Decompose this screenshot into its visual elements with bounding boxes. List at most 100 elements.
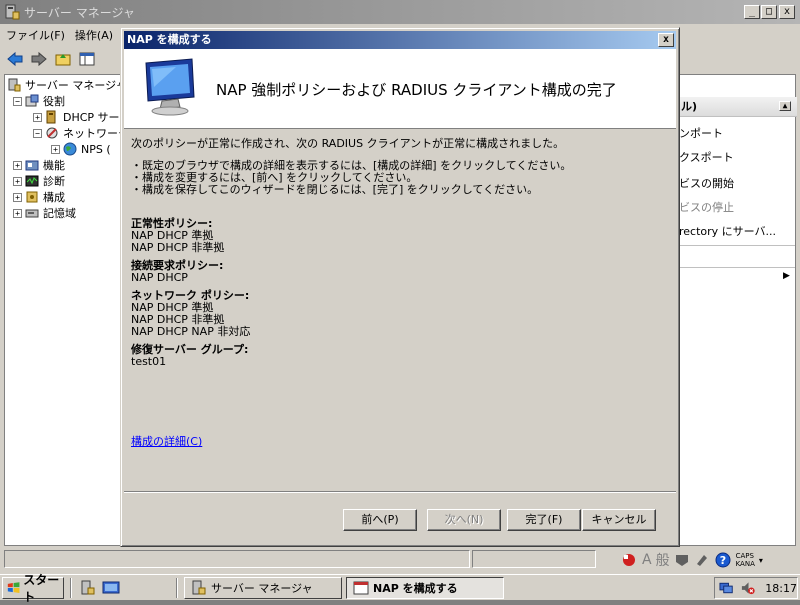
actions-header-menu-icon[interactable]: ▲ xyxy=(779,101,791,111)
action-import[interactable]: ンポート xyxy=(679,125,723,141)
ime-status-icon[interactable] xyxy=(620,551,638,569)
connection-request-policy-item: NAP DHCP xyxy=(131,271,188,284)
server-manager-titlebar[interactable]: サーバー マネージャ _ □ x xyxy=(0,0,800,24)
action-stop-service: ビスの停止 xyxy=(679,201,734,214)
ime-input-mode[interactable]: A xyxy=(642,552,652,568)
expand-icon[interactable]: + xyxy=(51,144,60,154)
toolbar xyxy=(0,46,120,72)
tree-item-nps[interactable]: + NPS ( xyxy=(51,141,111,157)
ime-tool-icon[interactable] xyxy=(694,552,710,568)
dialog-titlebar[interactable]: NAP を構成する x xyxy=(124,31,676,49)
features-icon xyxy=(25,160,39,171)
collapse-icon[interactable]: − xyxy=(13,96,22,106)
expand-icon[interactable]: + xyxy=(13,176,22,186)
tree-label: 役割 xyxy=(43,95,65,108)
caps-indicator: CAPS xyxy=(735,552,754,560)
intro-text: 次のポリシーが正常に作成され、次の RADIUS クライアントが正常に構成されま… xyxy=(131,137,565,150)
tree-item-storage[interactable]: + 記憶域 xyxy=(13,205,76,221)
tree-item-diagnostics[interactable]: + 診断 xyxy=(13,173,65,189)
up-folder-icon[interactable] xyxy=(54,50,72,68)
quick-launch-server-manager-icon[interactable] xyxy=(80,580,96,596)
console-tree[interactable]: サーバー マネージャ − 役割 + DHCP サー − ネットワーク + NPS… xyxy=(4,74,129,546)
kana-indicator: KANA xyxy=(735,560,755,568)
monitor-icon xyxy=(145,58,195,116)
language-bar-options-icon[interactable]: ▾ xyxy=(759,556,763,565)
tree-item-dhcp[interactable]: + DHCP サー xyxy=(33,109,120,125)
maximize-button[interactable]: □ xyxy=(761,5,777,19)
tree-item-network[interactable]: − ネットワーク xyxy=(33,125,129,141)
nap-wizard-dialog: NAP を構成する x NAP 強制ポリシーおよび RADIUS クライアント構… xyxy=(120,27,680,547)
tree-label: NPS ( xyxy=(81,142,111,156)
start-button[interactable]: スタート xyxy=(2,573,64,604)
actions-divider xyxy=(679,267,795,268)
tree-label: 診断 xyxy=(43,175,65,188)
connection-request-policy-heading: 接続要求ポリシー: xyxy=(131,259,224,272)
task-label: NAP を構成する xyxy=(373,582,458,595)
back-button[interactable]: 前へ(P) xyxy=(343,509,417,531)
dialog-heading: NAP 強制ポリシーおよび RADIUS クライアント構成の完了 xyxy=(216,81,617,99)
remediation-group-item: test01 xyxy=(131,355,167,368)
taskbar: スタート サーバー マネージャ NAP を構成する 18:17 xyxy=(0,573,800,604)
server-manager-title: サーバー マネージャ xyxy=(24,5,135,20)
instruction-bullet: ・構成を保存してこのウィザードを閉じるには、[完了] をクリックしてください。 xyxy=(131,183,539,196)
collapse-icon[interactable]: − xyxy=(33,128,42,138)
volume-muted-icon[interactable] xyxy=(740,580,755,596)
dialog-close-button[interactable]: x xyxy=(658,33,674,47)
submenu-arrow-icon[interactable]: ▶ xyxy=(783,271,790,281)
tree-item-server-manager[interactable]: サーバー マネージャ xyxy=(7,77,127,93)
menu-file[interactable]: ファイル(F) xyxy=(6,27,65,43)
forward-arrow-icon[interactable] xyxy=(30,50,48,68)
finish-button[interactable]: 完了(F) xyxy=(507,509,581,531)
nap-wizard-icon xyxy=(353,581,369,595)
ime-conversion-mode[interactable]: 般 xyxy=(656,550,670,570)
tree-item-roles[interactable]: − 役割 xyxy=(13,93,65,109)
server-manager-icon xyxy=(192,580,206,595)
action-export[interactable]: クスポート xyxy=(679,149,734,165)
status-cell xyxy=(4,550,470,568)
back-arrow-icon[interactable] xyxy=(6,50,24,68)
next-button: 次へ(N) xyxy=(427,509,501,531)
expand-icon[interactable]: + xyxy=(13,208,22,218)
network-policy-icon xyxy=(46,127,58,139)
dialog-body: 次のポリシーが正常に作成され、次の RADIUS クライアントが正常に構成されま… xyxy=(131,136,671,368)
configuration-details-link-text[interactable]: 構成の詳細(C) xyxy=(131,435,202,448)
task-server-manager[interactable]: サーバー マネージャ xyxy=(184,577,342,599)
ime-key-status: CAPS KANA xyxy=(736,552,755,568)
tree-item-features[interactable]: + 機能 xyxy=(13,157,65,173)
clock[interactable]: 18:17 xyxy=(765,582,797,595)
tree-label: 機能 xyxy=(43,159,65,172)
tree-label: サーバー マネージャ xyxy=(25,79,127,92)
configuration-details-link[interactable]: 構成の詳細(C) xyxy=(131,433,202,449)
quick-launch-show-desktop-icon[interactable] xyxy=(102,580,120,596)
minimize-button[interactable]: _ xyxy=(744,5,760,19)
dhcp-server-icon xyxy=(46,110,56,124)
expand-icon[interactable]: + xyxy=(13,192,22,202)
actions-divider xyxy=(679,245,795,246)
system-tray: 18:17 xyxy=(714,577,798,599)
action-start-service[interactable]: ビスの開始 xyxy=(679,175,734,191)
actions-pane: ル) ▲ ンポート クスポート ビスの開始 ビスの停止 rectory にサーバ… xyxy=(678,74,797,546)
tree-label: 構成 xyxy=(43,191,65,204)
action-register-ad[interactable]: rectory にサーバ... xyxy=(679,223,776,239)
health-policy-item: NAP DHCP 非準拠 xyxy=(131,241,225,254)
task-nap-wizard[interactable]: NAP を構成する xyxy=(346,577,504,599)
globe-icon xyxy=(63,142,77,156)
cancel-button[interactable]: キャンセル xyxy=(582,509,656,531)
tree-label: DHCP サー xyxy=(63,111,120,124)
server-manager-icon xyxy=(5,4,20,20)
ime-shield-icon[interactable] xyxy=(674,552,690,568)
language-bar: A 般 ? CAPS KANA ▾ xyxy=(616,548,800,572)
expand-icon[interactable]: + xyxy=(13,160,22,170)
show-hide-tree-icon[interactable] xyxy=(78,50,96,68)
expand-icon[interactable]: + xyxy=(33,112,42,122)
help-icon[interactable]: ? xyxy=(714,551,732,569)
network-status-icon[interactable] xyxy=(719,580,734,596)
configuration-icon xyxy=(26,191,38,203)
menu-action[interactable]: 操作(A) xyxy=(75,27,113,43)
close-button[interactable]: x xyxy=(779,5,795,19)
dialog-header-banner: NAP 強制ポリシーおよび RADIUS クライアント構成の完了 xyxy=(124,49,676,129)
tree-item-configuration[interactable]: + 構成 xyxy=(13,189,65,205)
network-policy-item: NAP DHCP NAP 非対応 xyxy=(131,325,251,338)
diagnostics-icon xyxy=(25,175,39,187)
storage-icon xyxy=(25,209,39,218)
